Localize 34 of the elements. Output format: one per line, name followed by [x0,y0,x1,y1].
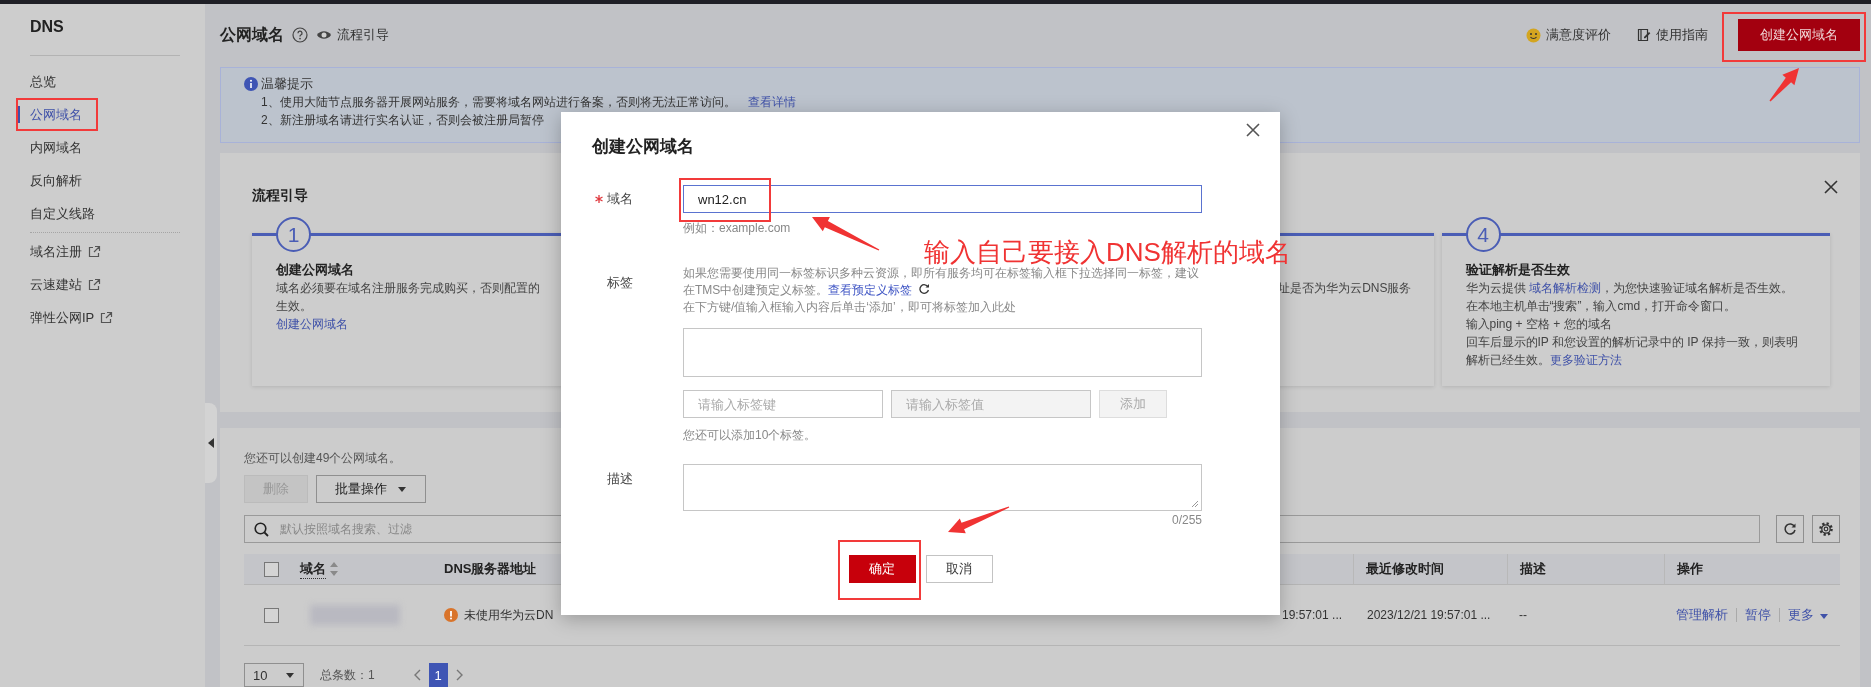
hint-text: 您还可以添加10个标签。 [683,427,817,444]
step-text: 华为云提供 域名解析检测，为您快速验证域名解析是否生效。 [1465,280,1793,297]
table-cell: 19:57:01 ... [1282,608,1343,622]
step-text: 解析已经生效。更多验证方法 [1465,352,1622,369]
field-label: 域名 [607,190,633,208]
annotation-text: 输入自己要接入DNS解析的域名 [924,236,1291,267]
table-cell: 2023/12/21 19:57:01 ... [1367,608,1491,622]
notice-text: 1、使用大陆节点服务器开展网站服务，需要将域名网站进行备案，否则将无法正常访问。 查看详情 [261,94,796,111]
status-text: 未使用华为云DN [464,606,554,624]
step-text: 域名必须要在域名注册服务完成购买，否则配置的 [276,280,540,297]
dialog-title: 创建公网域名 [592,136,694,158]
page-title: 公网域名 [220,24,284,45]
step-number: 4 [1465,217,1501,252]
step-text: 生效。 [276,298,312,315]
help-text: 在TMS中创建预定义标签。查看预定义标签 [683,282,931,299]
app-title: DNS [30,17,64,37]
help-text: 如果您需要使用同一标签标识多种云资源，即所有服务均可在标签输入框下拉选择同一标签，建议 [683,265,1199,282]
character-counter: 0/255 [1171,512,1202,529]
field-label: 描述 [607,470,633,488]
step-number: 1 [276,217,311,252]
step-text: 在本地主机单击“搜索”，输入cmd，打开命令窗口。 [1465,298,1737,315]
step-title: 创建公网域名 [276,261,354,279]
section-title: 流程引导 [252,186,308,205]
step-text: 回车后显示的IP 和您设置的解析记录中的 IP 保持一致，则表明 [1465,334,1798,351]
total-count: 总条数：1 [320,666,375,684]
table-cell: -- [1519,608,1527,622]
help-text: 在下方键/值输入框输入内容后单击‘添加’，即可将标签加入此处 [683,299,1016,316]
hint-text: 例如：example.com [683,220,791,237]
field-label: 标签 [607,274,633,292]
quota-text: 您还可以创建49个公网域名。 [244,450,402,467]
notice-text: 2、新注册域名请进行实名认证，否则会被注册局暂停 [261,112,544,129]
step-title: 验证解析是否生效 [1465,261,1570,279]
step-text: 输入ping + 空格 + 您的域名 [1465,316,1612,333]
notice-title: 温馨提示 [261,75,313,93]
